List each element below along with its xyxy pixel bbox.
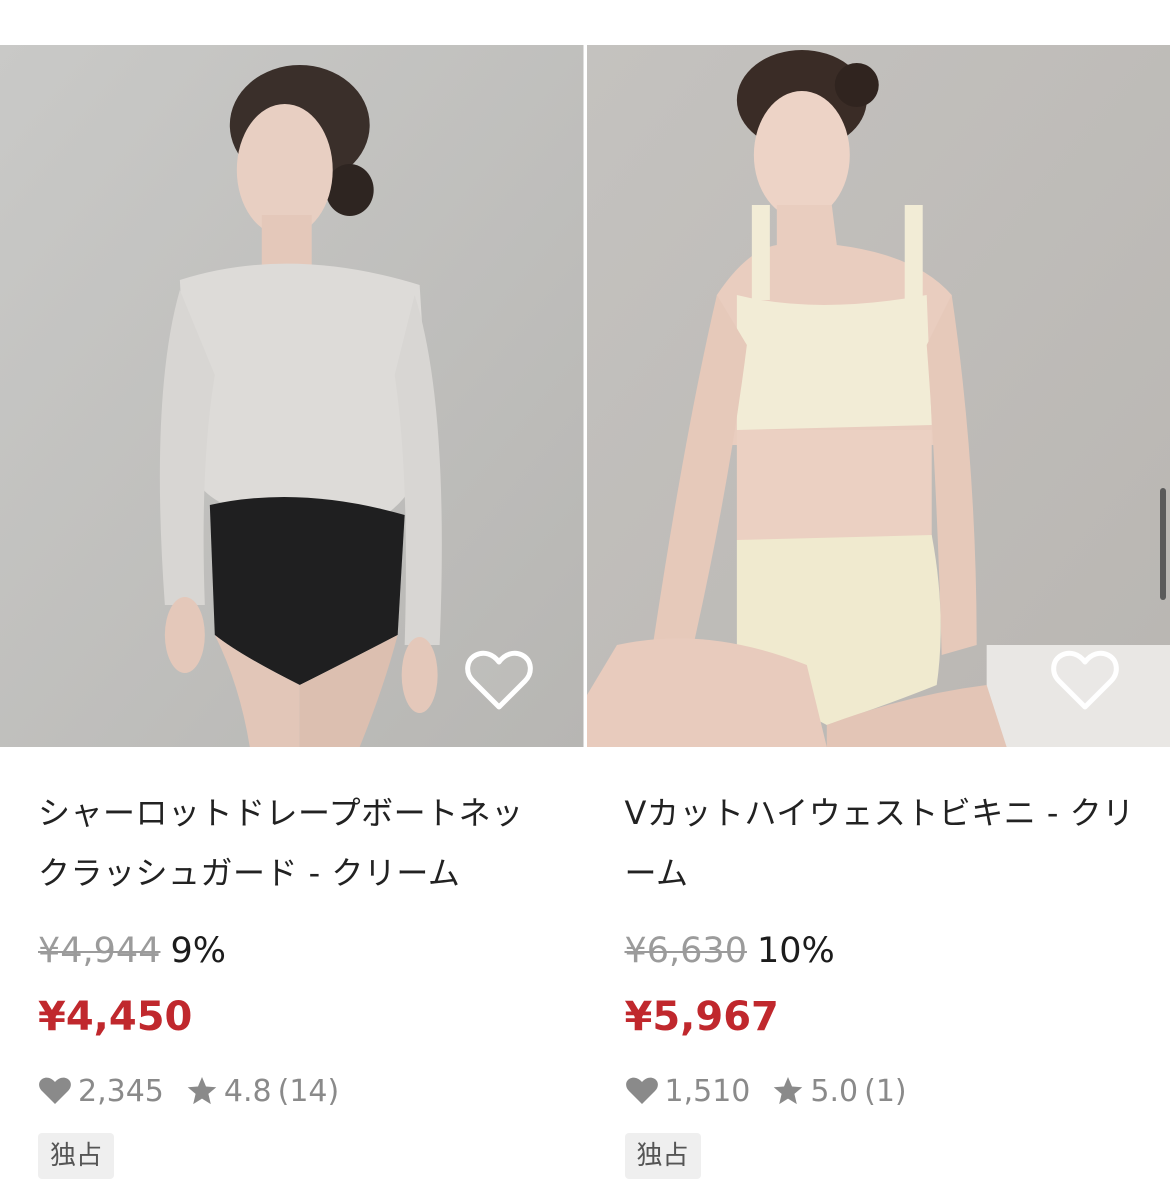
- product-grid: シャーロットドレープボートネックラッシュガード - クリーム ¥4,944 9%…: [0, 45, 1170, 1170]
- like-count: 2,345: [78, 1074, 164, 1109]
- heart-outline-icon: [1050, 649, 1120, 713]
- sale-price: ¥5,967: [625, 991, 1170, 1043]
- rating-value: 4.8: [224, 1074, 272, 1109]
- product-stats: 1,510 5.0 (1): [625, 1071, 1170, 1111]
- exclusive-badge: 独占: [625, 1133, 701, 1179]
- discount-percent: 9%: [170, 931, 226, 971]
- sale-price: ¥4,450: [38, 991, 584, 1043]
- scrollbar[interactable]: [1160, 488, 1166, 600]
- original-price: ¥6,630: [625, 931, 747, 971]
- discount-percent: 10%: [757, 931, 835, 971]
- review-count: (14): [278, 1074, 340, 1109]
- like-count: 1,510: [665, 1074, 751, 1109]
- price-row: ¥4,944 9%: [38, 931, 584, 975]
- heart-icon: [38, 1076, 72, 1106]
- product-image[interactable]: [587, 45, 1170, 747]
- product-photo-illustration: [587, 45, 1170, 747]
- heart-icon: [625, 1076, 659, 1106]
- original-price: ¥4,944: [38, 931, 160, 971]
- star-icon: [186, 1075, 218, 1107]
- product-card[interactable]: シャーロットドレープボートネックラッシュガード - クリーム ¥4,944 9%…: [0, 45, 584, 1170]
- heart-outline-icon: [464, 649, 534, 713]
- product-photo-illustration: [0, 45, 584, 747]
- review-count: (1): [864, 1074, 907, 1109]
- product-info: Vカットハイウェストビキニ - クリーム ¥6,630 10% ¥5,967 1…: [587, 783, 1170, 1179]
- favorite-button[interactable]: [1050, 649, 1120, 713]
- product-title[interactable]: シャーロットドレープボートネックラッシュガード - クリーム: [38, 783, 584, 903]
- exclusive-badge: 独占: [38, 1133, 114, 1179]
- product-image[interactable]: [0, 45, 584, 747]
- product-title[interactable]: Vカットハイウェストビキニ - クリーム: [625, 783, 1170, 903]
- product-card[interactable]: Vカットハイウェストビキニ - クリーム ¥6,630 10% ¥5,967 1…: [587, 45, 1170, 1170]
- product-info: シャーロットドレープボートネックラッシュガード - クリーム ¥4,944 9%…: [0, 783, 584, 1179]
- rating-value: 5.0: [810, 1074, 858, 1109]
- price-row: ¥6,630 10%: [625, 931, 1170, 975]
- product-stats: 2,345 4.8 (14): [38, 1071, 584, 1111]
- favorite-button[interactable]: [464, 649, 534, 713]
- star-icon: [772, 1075, 804, 1107]
